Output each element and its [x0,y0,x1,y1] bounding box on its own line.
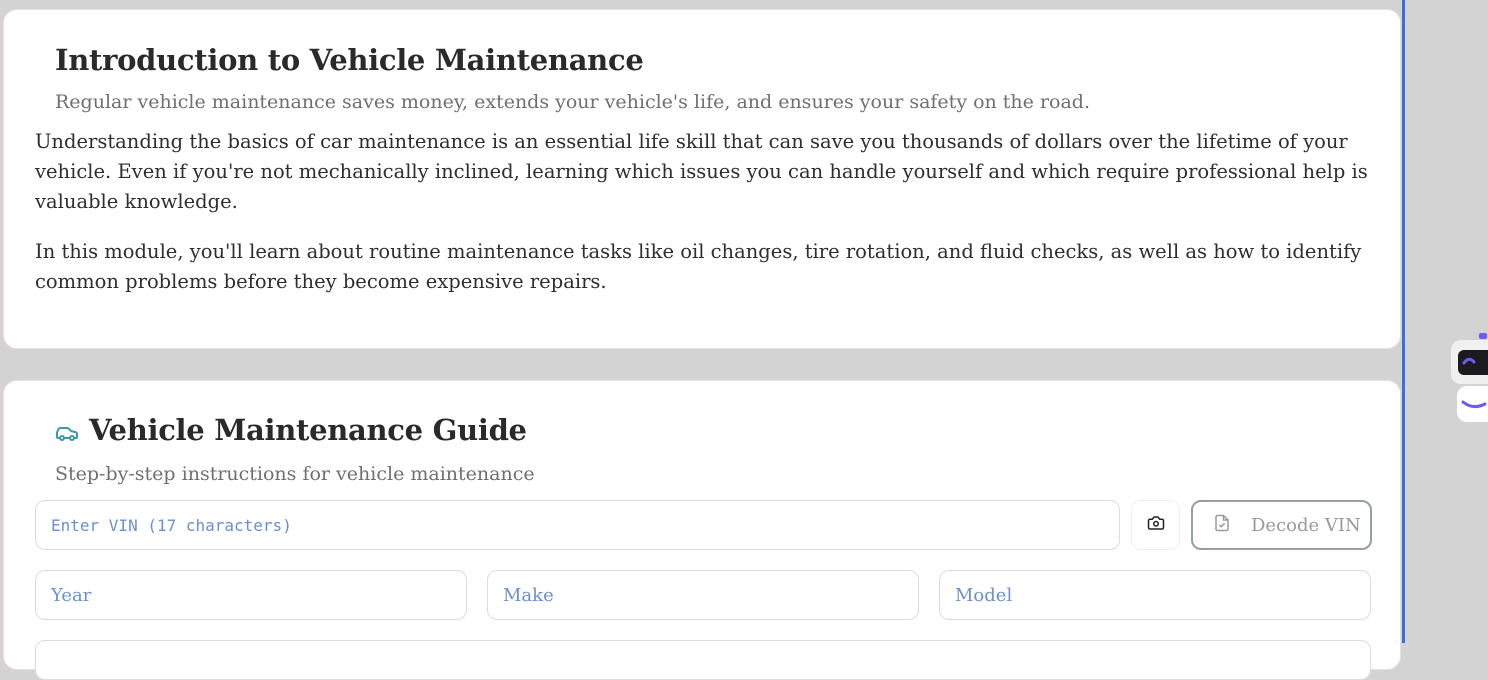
guide-title: Vehicle Maintenance Guide [89,413,527,447]
scan-vin-button[interactable] [1131,500,1180,550]
vin-input[interactable] [35,500,1120,550]
decode-vin-button[interactable]: Decode VIN [1191,500,1372,550]
decode-vin-label: Decode VIN [1251,514,1361,536]
year-input[interactable] [35,570,467,620]
model-input[interactable] [939,570,1371,620]
right-gutter [1405,0,1488,643]
robot-icon[interactable] [1451,330,1488,425]
intro-subtitle: Regular vehicle maintenance saves money,… [55,91,1091,113]
intro-title: Introduction to Vehicle Maintenance [55,43,644,77]
car-icon [55,418,79,442]
intro-paragraph: Understanding the basics of car maintena… [35,130,1368,213]
intro-card: Introduction to Vehicle Maintenance Regu… [3,9,1401,349]
intro-paragraph: In this module, you'll learn about routi… [35,240,1362,293]
guide-subtitle: Step-by-step instructions for vehicle ma… [55,463,535,485]
make-input[interactable] [487,570,919,620]
guide-title-row: Vehicle Maintenance Guide [55,413,527,447]
file-check-icon [1213,514,1231,537]
next-field[interactable] [35,640,1371,680]
camera-icon [1147,514,1165,536]
guide-card: Vehicle Maintenance Guide Step-by-step i… [3,380,1401,680]
